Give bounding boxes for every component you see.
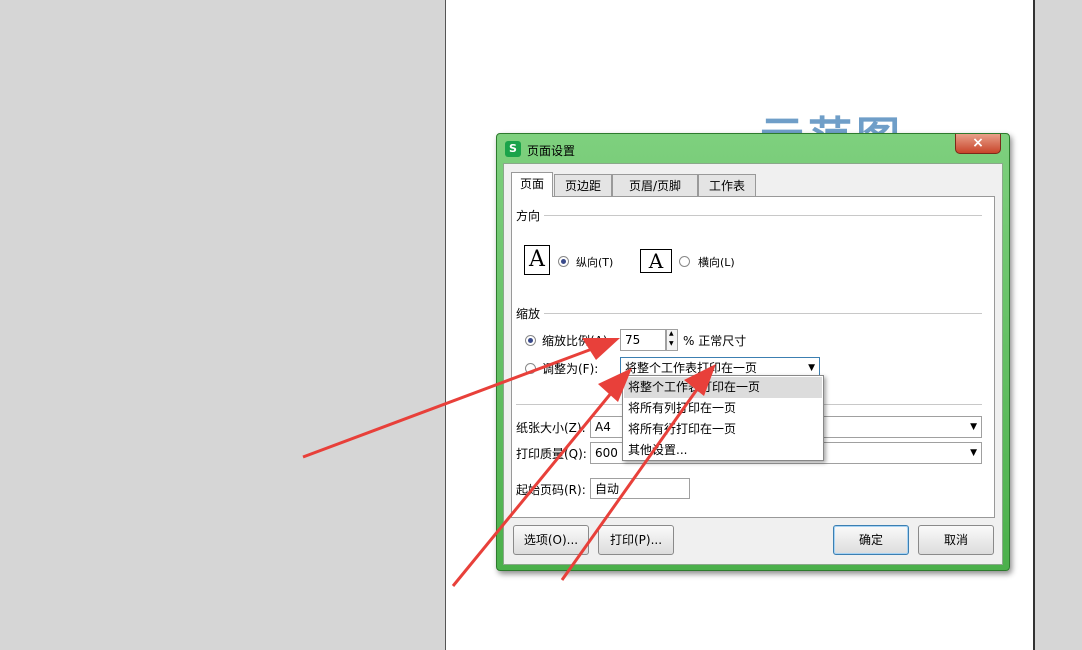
scale-spinner[interactable]: ▲ ▼	[666, 329, 678, 351]
tab-margins[interactable]: 页边距	[554, 174, 612, 196]
scale-ratio-value: 75	[625, 333, 641, 347]
portrait-page-icon: A	[524, 245, 550, 275]
start-page-input[interactable]: 自动	[590, 478, 690, 499]
scale-ratio-radio[interactable]	[525, 335, 536, 346]
dropdown-option-fit-sheet[interactable]: 将整个工作表打印在一页	[624, 377, 822, 398]
print-button[interactable]: 打印(P)...	[598, 525, 674, 555]
dialog-titlebar[interactable]: S 页面设置 ×	[497, 134, 1009, 162]
start-page-label: 起始页码(R):	[516, 483, 586, 497]
fit-to-value: 将整个工作表打印在一页	[625, 361, 758, 375]
options-button[interactable]: 选项(O)...	[513, 525, 589, 555]
fit-to-dropdown-list: 将整个工作表打印在一页 将所有列打印在一页 将所有行打印在一页 其他设置...	[622, 375, 824, 461]
scaling-group-label: 缩放	[516, 307, 541, 321]
divider	[544, 313, 982, 314]
scale-ratio-input[interactable]: 75	[620, 329, 666, 351]
paper-size-label: 纸张大小(Z):	[516, 421, 586, 435]
tab-header-footer[interactable]: 页眉/页脚	[612, 174, 698, 196]
dialog-title: 页面设置	[527, 144, 576, 158]
portrait-radio[interactable]	[558, 256, 569, 267]
landscape-label: 横向(L)	[698, 256, 735, 269]
scale-ratio-label: 缩放比例(A):	[542, 334, 612, 348]
start-page-value: 自动	[595, 482, 620, 496]
fit-to-label: 调整为(F):	[542, 362, 599, 376]
chevron-down-icon: ▼	[970, 448, 977, 458]
scale-ratio-suffix: % 正常尺寸	[683, 334, 747, 348]
tab-page[interactable]: 页面	[511, 172, 553, 197]
dropdown-option-fit-rows[interactable]: 将所有行打印在一页	[624, 419, 822, 440]
ok-button[interactable]: 确定	[833, 525, 909, 555]
orientation-group-label: 方向	[516, 209, 541, 223]
print-quality-label: 打印质量(Q):	[516, 447, 587, 461]
dialog-body: 页面 页边距 页眉/页脚 工作表 方向 A 纵向(T) A 横向(L) 缩放 缩…	[503, 163, 1003, 565]
fit-to-radio[interactable]	[525, 363, 536, 374]
tab-worksheet[interactable]: 工作表	[698, 174, 756, 196]
divider	[544, 215, 982, 216]
dropdown-option-other[interactable]: 其他设置...	[624, 440, 822, 461]
close-button[interactable]: ×	[955, 134, 1001, 154]
dropdown-option-fit-columns[interactable]: 将所有列打印在一页	[624, 398, 822, 419]
landscape-radio[interactable]	[679, 256, 690, 267]
workspace-gray-area	[1035, 0, 1082, 650]
chevron-down-icon: ▼	[970, 422, 977, 432]
spinner-up-icon[interactable]: ▲	[669, 330, 674, 337]
wps-app-icon: S	[505, 141, 521, 157]
paper-size-value: A4	[595, 420, 611, 434]
cancel-button[interactable]: 取消	[918, 525, 994, 555]
tab-panel-page: 方向 A 纵向(T) A 横向(L) 缩放 缩放比例(A): 75 ▲ ▼ % …	[511, 196, 995, 518]
portrait-label: 纵向(T)	[576, 256, 614, 269]
landscape-page-icon: A	[640, 249, 672, 273]
page-setup-dialog: S 页面设置 × 页面 页边距 页眉/页脚 工作表 方向 A 纵向(T) A 横…	[496, 133, 1010, 571]
spinner-down-icon[interactable]: ▼	[669, 340, 674, 347]
